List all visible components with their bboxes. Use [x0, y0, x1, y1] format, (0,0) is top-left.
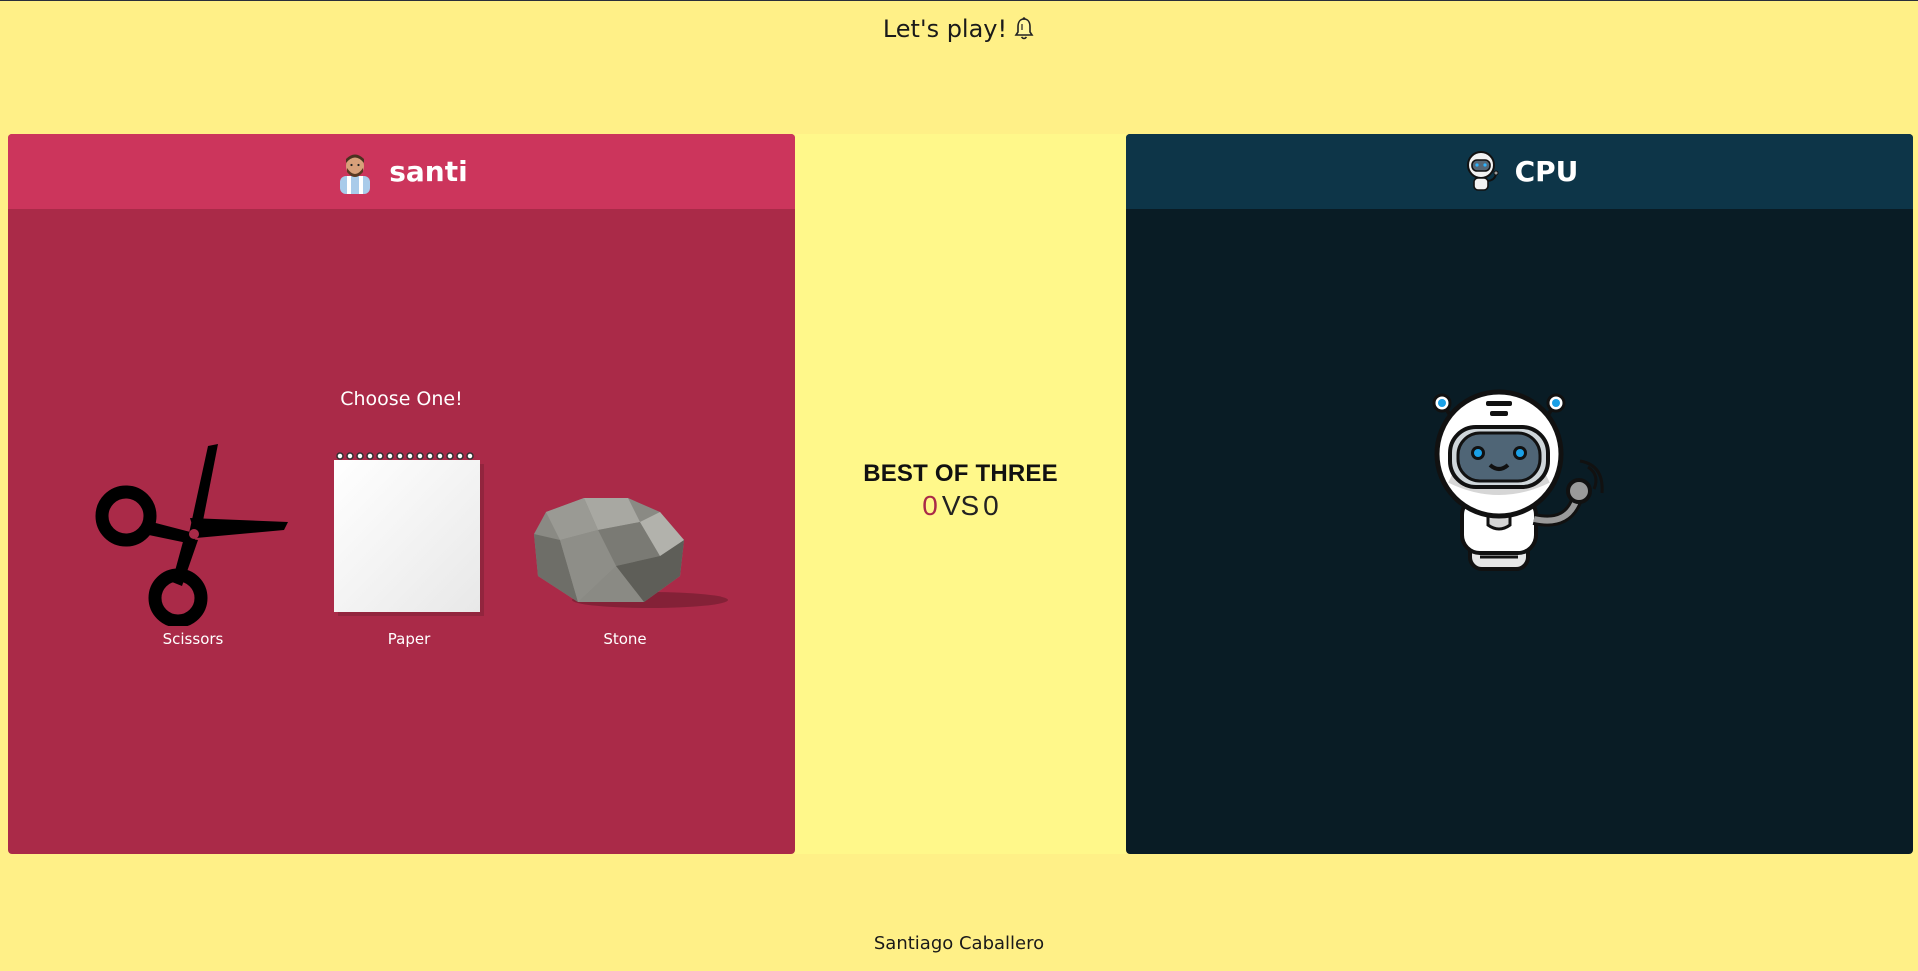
- score-block: BEST OF THREE 0 VS 0: [795, 460, 1126, 522]
- player-panel: santi Choose One! Scissors Paper Stone: [8, 134, 795, 854]
- bell-icon: [1014, 16, 1034, 39]
- player-name: santi: [389, 155, 468, 188]
- player-avatar-icon: [340, 154, 371, 194]
- robot-avatar-icon: [1466, 150, 1499, 191]
- scissors-label: Scissors: [162, 630, 224, 648]
- paper-choice[interactable]: Paper: [304, 426, 514, 648]
- cpu-header: CPU: [1126, 134, 1913, 209]
- page-header: Let's play!: [0, 1, 1918, 56]
- stone-label: Stone: [603, 630, 647, 648]
- robot-icon: [1432, 389, 1604, 571]
- footer-author: Santiago Caballero: [873, 933, 1045, 954]
- cpu-name: CPU: [1514, 155, 1579, 188]
- scoreboard: BEST OF THREE 0 VS 0: [795, 134, 1126, 854]
- vs-label: VS: [941, 490, 980, 521]
- scissors-icon: [95, 444, 288, 626]
- paper-icon: [334, 452, 484, 616]
- choose-prompt: Choose One!: [340, 388, 463, 410]
- stone-choice[interactable]: Stone: [520, 426, 730, 648]
- player-score: 0: [922, 490, 938, 521]
- paper-label: Paper: [387, 630, 431, 648]
- cpu-score: 0: [983, 490, 999, 521]
- scissors-choice[interactable]: Scissors: [88, 426, 298, 648]
- stone-icon: [534, 498, 728, 608]
- player-header: santi: [8, 134, 795, 209]
- cpu-panel: CPU: [1126, 134, 1913, 854]
- score-line: 0 VS 0: [795, 490, 1126, 522]
- scoreboard-title: BEST OF THREE: [863, 460, 1058, 487]
- page-title: Let's play!: [882, 14, 1008, 43]
